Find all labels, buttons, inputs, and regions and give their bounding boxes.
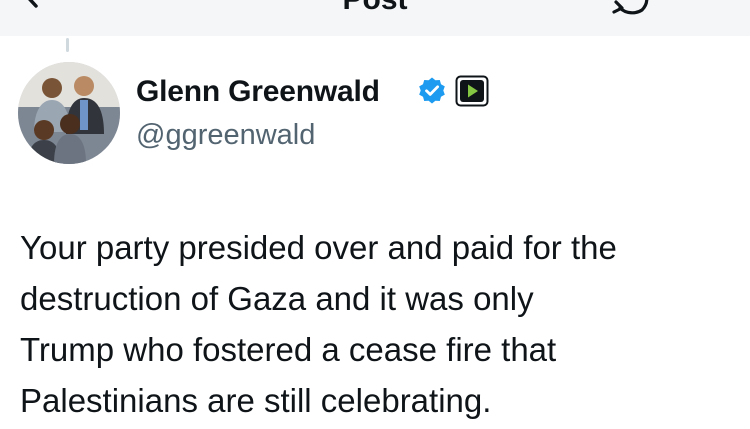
avatar-photo	[18, 62, 120, 164]
post-text-line: destruction of Gaza and it was only	[20, 280, 534, 317]
top-navigation-bar: Post	[0, 0, 750, 36]
author-handle[interactable]: @ggreenwald	[136, 116, 315, 154]
verified-badge-icon	[419, 77, 445, 104]
avatar[interactable]	[18, 62, 120, 164]
post-text-line: Palestinians are still celebrating.	[20, 382, 492, 419]
reply-icon[interactable]	[606, 0, 652, 18]
thread-connector-line	[66, 38, 69, 52]
post-body-text: Your party presided over and paid for th…	[20, 222, 740, 426]
rumble-badge-icon	[455, 75, 489, 107]
post-text-line: Trump who fostered a cease fire that	[20, 331, 557, 368]
author-name[interactable]: Glenn Greenwald	[136, 72, 380, 112]
post-text-line: Your party presided over and paid for th…	[20, 229, 617, 266]
